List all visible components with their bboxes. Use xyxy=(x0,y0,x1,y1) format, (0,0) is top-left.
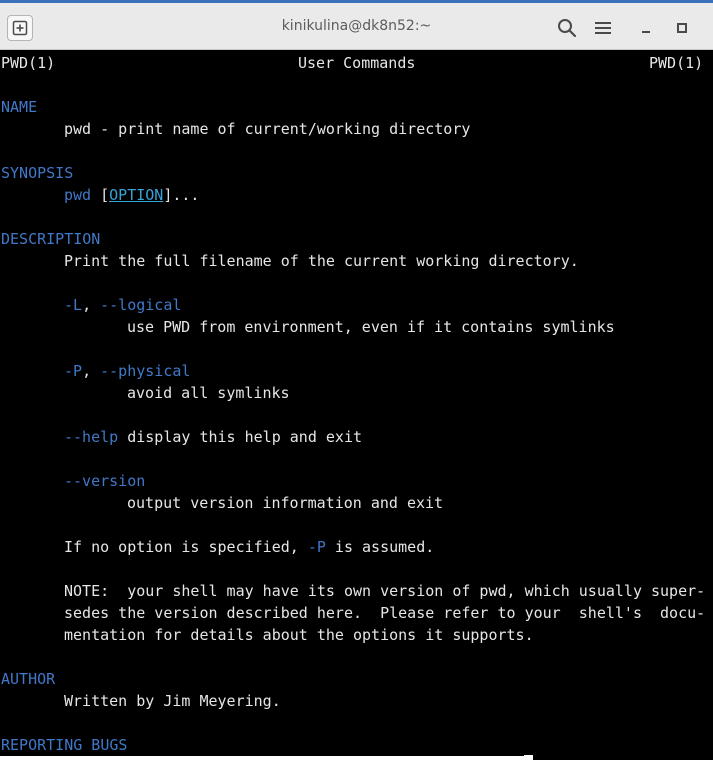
default-note-suffix: is assumed. xyxy=(325,538,435,556)
synopsis-option: OPTION xyxy=(109,186,164,204)
option-P-separator: , xyxy=(82,362,101,380)
option-help-flag: --help xyxy=(64,428,119,446)
man-header-left: PWD(1) xyxy=(1,54,56,72)
title-bar: kinikulina@dk8n52:~ xyxy=(0,0,713,50)
option-L-separator: , xyxy=(82,296,101,314)
synopsis-open-bracket: [ xyxy=(100,186,110,204)
option-logical: -L, --logical xyxy=(64,294,181,316)
name-heading: NAME xyxy=(1,98,38,116)
synopsis-heading: SYNOPSIS xyxy=(1,164,74,182)
option-P-long: --physical xyxy=(100,362,191,380)
option-physical-description: avoid all symlinks xyxy=(127,384,290,402)
option-L-short: -L xyxy=(64,296,83,314)
name-text: pwd - print name of current/working dire… xyxy=(64,120,471,138)
search-button[interactable] xyxy=(555,16,579,40)
note-line-1: NOTE: your shell may have its own versio… xyxy=(64,582,706,600)
terminal-cursor xyxy=(524,755,533,760)
note-line-2: sedes the version described here. Please… xyxy=(64,604,706,622)
option-L-long: --logical xyxy=(100,296,182,314)
option-help-description: display this help and exit xyxy=(118,428,363,446)
terminal-window: kinikulina@dk8n52:~ PWD(1) User Commands… xyxy=(0,0,713,760)
default-option-note: If no option is specified, -P is assumed… xyxy=(64,536,434,558)
author-text: Written by Jim Meyering. xyxy=(64,692,281,710)
synopsis-line: pwd [OPTION]... xyxy=(64,184,199,206)
default-note-option: -P xyxy=(307,538,326,556)
maximize-button[interactable] xyxy=(670,16,694,40)
option-version-description: output version information and exit xyxy=(127,494,444,512)
default-note-prefix: If no option is specified, xyxy=(64,538,308,556)
man-header-center: User Commands xyxy=(298,54,416,72)
description-text: Print the full filename of the current w… xyxy=(64,252,579,270)
option-version-flag: --version xyxy=(64,472,146,490)
option-logical-description: use PWD from environment, even if it con… xyxy=(127,318,615,336)
terminal-content[interactable]: PWD(1) User Commands PWD(1) NAME pwd - p… xyxy=(0,51,713,760)
menu-button[interactable] xyxy=(591,16,615,40)
option-help: --help display this help and exit xyxy=(64,426,362,448)
man-header-right: PWD(1) xyxy=(649,54,704,72)
hamburger-menu-icon xyxy=(595,22,611,34)
author-heading: AUTHOR xyxy=(1,670,56,688)
pager-status-line xyxy=(0,756,524,760)
synopsis-command: pwd xyxy=(64,186,92,204)
option-P-short: -P xyxy=(64,362,83,380)
option-physical: -P, --physical xyxy=(64,360,190,382)
note-line-3: mentation for details about the options … xyxy=(64,626,534,644)
synopsis-close-bracket: ]... xyxy=(163,186,200,204)
maximize-icon xyxy=(677,23,687,33)
minimize-icon xyxy=(642,31,650,33)
description-heading: DESCRIPTION xyxy=(1,230,101,248)
reporting-bugs-heading: REPORTING BUGS xyxy=(1,736,128,754)
minimize-button[interactable] xyxy=(634,16,658,40)
search-icon xyxy=(558,19,577,38)
